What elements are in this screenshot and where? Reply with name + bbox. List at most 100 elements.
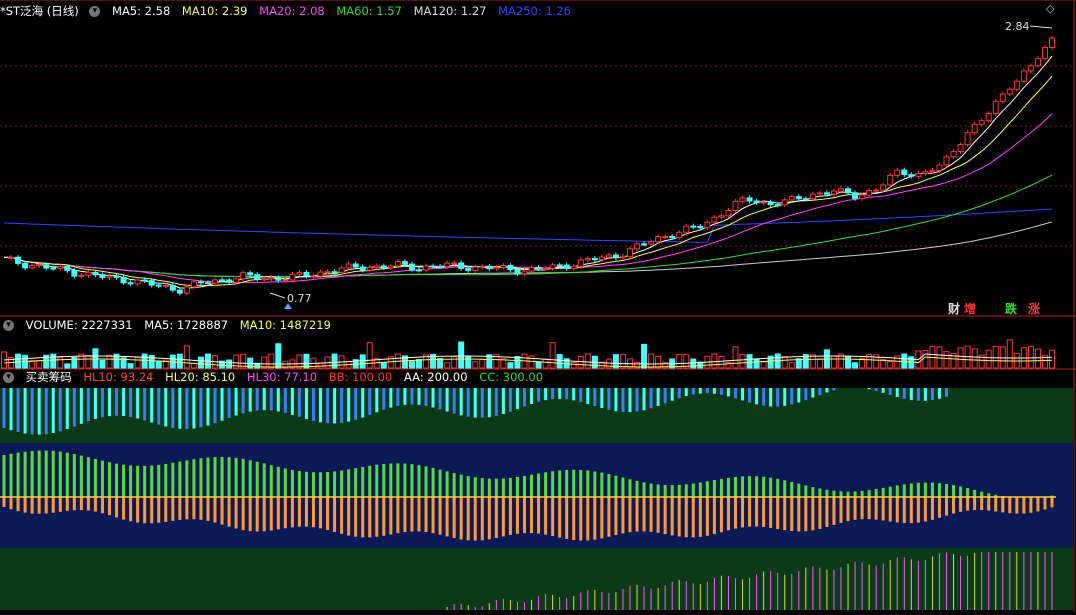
chip-bar-top [868, 388, 871, 389]
volume-bar [1050, 350, 1055, 368]
chip-bar-green [291, 470, 294, 497]
chip-bar-green [453, 473, 456, 497]
chip-bar-orange [115, 497, 118, 517]
chip-bar-green [537, 473, 540, 497]
chip-bar-orange [910, 497, 913, 523]
chip-bar-top [453, 388, 456, 414]
ma120-label: MA120: 1.27 [414, 4, 487, 18]
chip-bar-orange [3, 497, 6, 507]
chip-bar-green [178, 462, 181, 497]
chip-bar-green [305, 472, 308, 497]
chip-bar-bottom [995, 552, 996, 610]
candle-body [670, 237, 675, 238]
volume-bar [381, 363, 386, 368]
chip-bar-top [692, 388, 695, 394]
volume-bar [923, 350, 928, 368]
candle-body [860, 195, 865, 198]
candle-body [747, 198, 752, 201]
chevron-down-icon[interactable]: ▾ [89, 6, 100, 17]
candle-body [522, 271, 527, 274]
chevron-down-icon[interactable]: ▾ [3, 372, 14, 383]
volume-bar [16, 354, 21, 368]
chip-bar-orange [439, 497, 442, 535]
chip-bar-green [425, 466, 428, 497]
chip-bar-orange [678, 497, 681, 537]
volume-bar [733, 347, 738, 368]
candle-body [51, 268, 56, 269]
ma5-label: MA5: 2.58 [112, 4, 170, 18]
chip-bar-orange [818, 497, 821, 529]
volume-bar [198, 357, 203, 368]
chip-bar-top [769, 388, 772, 406]
candle-body [958, 145, 963, 152]
chip-bar-orange [664, 497, 667, 534]
chip-bar-green [122, 465, 125, 497]
chip-bar-top [73, 388, 76, 426]
chip-bar-orange [199, 497, 202, 520]
candle-body [177, 290, 182, 293]
candle-body [149, 281, 154, 285]
chip-bar-green [818, 489, 821, 497]
chip-bar-green [910, 483, 913, 497]
volume-bar [269, 354, 274, 368]
chip-bar-green [108, 462, 111, 497]
chip-bar-bottom [798, 571, 799, 610]
chip-bar-green [312, 472, 315, 497]
chip-bar-green [924, 483, 927, 497]
chip-bar-bottom [559, 597, 560, 610]
chevron-down-icon[interactable]: ▾ [3, 320, 14, 331]
volume-bar [107, 355, 112, 368]
chip-bar-bottom [503, 599, 504, 610]
volume-bar [100, 360, 105, 368]
chip-bar-green [664, 485, 667, 497]
chip-bar-orange [396, 497, 399, 533]
chip-bar-bottom [953, 554, 954, 610]
candle-body [635, 244, 640, 249]
volume-bar [452, 357, 457, 368]
volume-bar [719, 356, 724, 368]
volume-bar [550, 343, 555, 368]
candle-body [515, 270, 520, 274]
chip-bar-bottom [883, 564, 884, 610]
chip-bar-orange [832, 497, 835, 525]
chip-bar-top [10, 388, 13, 430]
settings-diamond-icon[interactable]: ◇ [1046, 2, 1054, 15]
candle-body [431, 266, 436, 267]
candle-body [677, 232, 682, 237]
chip-bar-top [242, 388, 245, 413]
chip-bar-green [129, 465, 132, 497]
chip-bar-green [263, 463, 266, 497]
candle-body [838, 189, 843, 191]
candle-body [346, 264, 351, 268]
chip-bar-green [593, 471, 596, 497]
chip-bar-top [600, 388, 603, 408]
chip-bar-green [206, 457, 209, 497]
volume-bar [297, 355, 302, 368]
chip-bar-orange [80, 497, 83, 510]
chip-bar-orange [277, 497, 280, 529]
volume-bar [184, 346, 189, 368]
chip-bar-bottom [489, 603, 490, 610]
candle-body [234, 279, 239, 282]
volume-bar [445, 363, 450, 368]
volume-bar [754, 359, 759, 368]
chip-bar-green [558, 470, 561, 497]
candle-body [810, 194, 815, 199]
chip-bar-green [917, 483, 920, 497]
chip-bar-orange [790, 497, 793, 531]
candle-body [613, 255, 618, 258]
chip-bar-top [755, 388, 758, 404]
chip-bar-orange [312, 497, 315, 527]
volume-label: VOLUME: 2227331 [26, 318, 133, 332]
candle-body [402, 262, 407, 264]
candle-body [719, 216, 724, 218]
chip-bar-top [80, 388, 83, 424]
chip-bar-orange [614, 497, 617, 535]
candle-body [438, 266, 443, 267]
chip-bar-orange [804, 497, 807, 531]
chip-bar-orange [460, 497, 463, 539]
chip-bar-orange [66, 497, 69, 511]
candle-body [276, 278, 281, 281]
chip-bar-bottom [475, 607, 476, 610]
chip-bar-bottom [890, 560, 891, 610]
